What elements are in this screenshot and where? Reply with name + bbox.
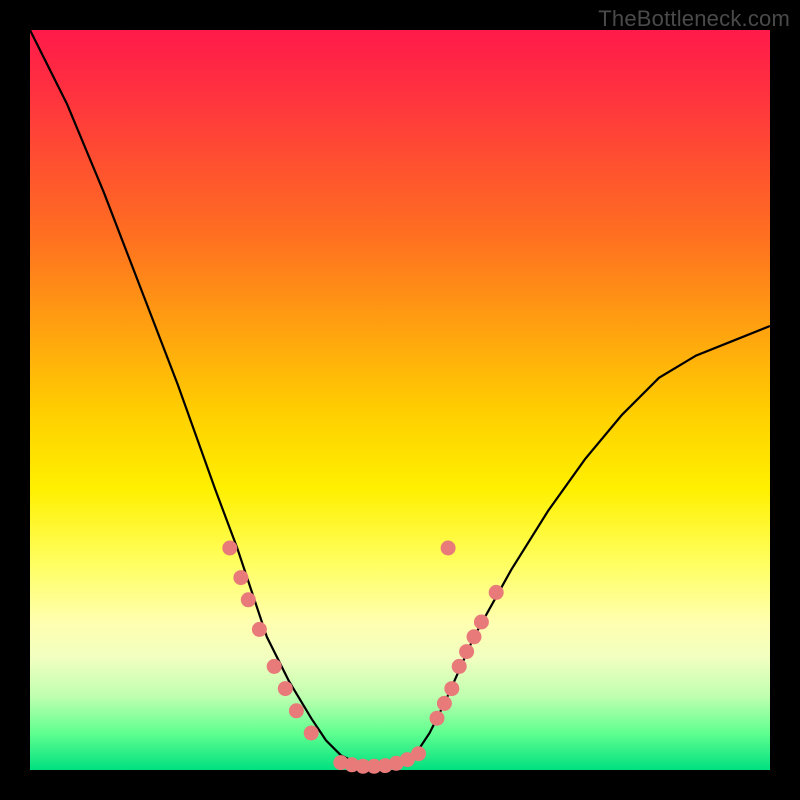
chart-frame: TheBottleneck.com [0,0,800,800]
highlight-dot [304,726,318,740]
highlight-dot [437,696,451,710]
highlight-dot [460,645,474,659]
highlight-dot [441,541,455,555]
watermark-text: TheBottleneck.com [598,6,790,32]
highlight-dot [252,622,266,636]
highlight-dot [474,615,488,629]
highlight-dots [223,541,503,773]
highlight-dot [278,682,292,696]
highlight-dot [234,571,248,585]
highlight-dot [223,541,237,555]
highlight-dot [489,585,503,599]
highlight-dot [267,659,281,673]
highlight-dot [241,593,255,607]
bottleneck-curve [30,30,770,766]
curve-svg [30,30,770,770]
plot-area [30,30,770,770]
highlight-dot [430,711,444,725]
highlight-dot [452,659,466,673]
highlight-dot [412,747,426,761]
highlight-dot [289,704,303,718]
highlight-dot [445,682,459,696]
highlight-dot [467,630,481,644]
